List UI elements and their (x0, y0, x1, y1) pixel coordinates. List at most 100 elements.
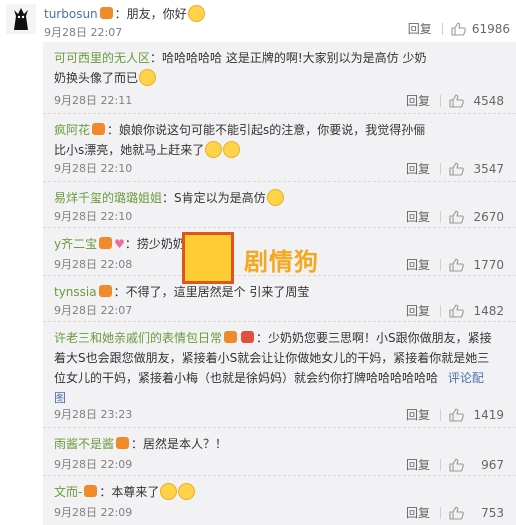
reply-button[interactable]: 回复 (406, 160, 430, 177)
reply-item: 可可西里的无人区：哈哈哈哈哈 这是正牌的啊!大家别以为是高仿 少奶奶换头像了而已… (43, 42, 516, 114)
thumbs-up-icon[interactable] (449, 458, 464, 472)
like-count: 61986 (471, 21, 510, 36)
avatar[interactable] (6, 4, 36, 34)
like-count: 1770 (473, 257, 504, 272)
divider (440, 94, 441, 107)
username[interactable]: 许老三和她亲戚们的表情包日常 (54, 331, 222, 345)
reply-text: 文而- ：本尊来了 (54, 482, 434, 502)
wink-emoji-icon (205, 141, 223, 158)
divider (441, 22, 443, 35)
thumbs-up-icon[interactable] (449, 408, 464, 422)
reply-button[interactable]: 回复 (406, 504, 430, 521)
divider (440, 304, 441, 317)
laugh-cry-emoji-icon (266, 189, 284, 206)
reply-text: 许老三和她亲戚们的表情包日常 ：少奶奶您要三思啊！小S跟你做朋友，紧接着大S也会跟… (54, 328, 494, 408)
reply-button[interactable]: 回复 (406, 302, 430, 319)
like-count: 753 (481, 505, 504, 520)
reply-body: ：捞少奶奶 (124, 237, 185, 251)
reply-actions: 回复 4548 (406, 92, 504, 109)
reply-text: 疯阿花 ：娘娘你说这句可能不能引起s的注意，你要说，我觉得孙俪比小s漂亮，她就马上… (54, 120, 434, 160)
dog-logo-icon (182, 232, 234, 284)
reply-body: ：S肯定以为是高仿 (162, 191, 266, 205)
watermark: 剧情狗 (182, 232, 342, 284)
comment-actions: 回复 61986 (408, 20, 510, 37)
cat-emoji-icon (160, 483, 178, 500)
thumbs-up-icon[interactable] (449, 94, 464, 108)
like-count: 4548 (473, 93, 504, 108)
like-count: 967 (481, 457, 504, 472)
reply-button[interactable]: 回复 (408, 20, 432, 37)
comment-body: ：朋友，你好 (114, 7, 187, 21)
username[interactable]: tynssia (54, 285, 97, 299)
thumbs-up-icon[interactable] (451, 22, 466, 36)
divider (440, 210, 441, 223)
divider (440, 162, 441, 175)
member-badge-icon (99, 237, 113, 249)
reply-button[interactable]: 回复 (406, 256, 430, 273)
cat-emoji-icon (139, 69, 157, 86)
reply-actions: 回复 3547 (406, 160, 504, 177)
timestamp: 9月28日 22:10 (54, 210, 133, 223)
smile-emoji-icon (187, 5, 205, 22)
like-count: 1419 (473, 407, 504, 422)
reply-button[interactable]: 回复 (406, 406, 430, 423)
timestamp: 9月28日 22:10 (54, 162, 133, 175)
timestamp: 9月28日 22:07 (44, 26, 123, 39)
reply-body: ：居然是本人？！ (131, 437, 228, 451)
top-comment: turbosun ：朋友，你好 9月28日 22:07 回复 61986 (0, 0, 516, 43)
thumbs-up-icon[interactable] (449, 304, 464, 318)
member-badge-icon (98, 285, 112, 297)
timestamp: 9月28日 22:07 (54, 304, 133, 317)
reply-button[interactable]: 回复 (406, 208, 430, 225)
reply-item: 疯阿花 ：娘娘你说这句可能不能引起s的注意，你要说，我觉得孙俪比小s漂亮，她就马上… (43, 114, 516, 182)
member-badge-icon (116, 437, 130, 449)
reply-actions: 回复 2670 (406, 208, 504, 225)
username[interactable]: 文而- (54, 485, 82, 499)
member-badge-icon (99, 7, 113, 19)
reply-item: 许老三和她亲戚们的表情包日常 ：少奶奶您要三思啊！小S跟你做朋友，紧接着大S也会跟… (43, 322, 516, 428)
member-badge-icon (92, 123, 106, 135)
timestamp: 9月28日 22:09 (54, 458, 133, 471)
reply-actions: 回复 1482 (406, 302, 504, 319)
username[interactable]: turbosun (44, 7, 98, 21)
username[interactable]: 疯阿花 (54, 123, 90, 137)
thumbs-up-icon[interactable] (449, 162, 464, 176)
divider (440, 258, 441, 271)
heart-icon: ♥ (114, 237, 125, 251)
reply-text: 可可西里的无人区：哈哈哈哈哈 这是正牌的啊!大家别以为是高仿 少奶奶换头像了而已 (54, 48, 434, 88)
like-count: 3547 (473, 161, 504, 176)
divider (440, 408, 441, 421)
thumbs-up-icon[interactable] (449, 258, 464, 272)
thumbs-up-icon[interactable] (449, 506, 464, 520)
member-badge-icon (84, 485, 98, 497)
timestamp: 9月28日 23:23 (54, 408, 133, 421)
reply-body: ：本尊来了 (99, 485, 160, 499)
reply-item: 雨酱不是酱 ：居然是本人？！ 9月28日 22:09 回复 967 (43, 428, 516, 476)
reply-body: ：不得了，這里居然是个 引来了周莹 (113, 285, 310, 299)
reply-actions: 回复 967 (406, 456, 504, 473)
cat-emoji-icon (178, 483, 196, 500)
reply-actions: 回复 1419 (406, 406, 504, 423)
divider (440, 458, 441, 471)
reply-actions: 回复 753 (406, 504, 504, 521)
cat-emoji-icon (223, 141, 241, 158)
vip-badge-icon (241, 331, 255, 343)
watermark-text: 剧情狗 (244, 248, 319, 276)
comment-text: turbosun ：朋友，你好 (44, 5, 374, 22)
like-count: 1482 (473, 303, 504, 318)
reply-button[interactable]: 回复 (406, 456, 430, 473)
username[interactable]: 可可西里的无人区 (54, 51, 150, 65)
reply-item: 文而- ：本尊来了 9月28日 22:09 回复 753 (43, 476, 516, 525)
username[interactable]: 易烊千玺的璐璐姐姐 (54, 191, 162, 205)
username[interactable]: y齐二宝 (54, 237, 97, 251)
reply-text: 易烊千玺的璐璐姐姐：S肯定以为是高仿 (54, 188, 434, 208)
reply-text: 雨酱不是酱 ：居然是本人？！ (54, 434, 434, 454)
timestamp: 9月28日 22:08 (54, 258, 133, 271)
username[interactable]: 雨酱不是酱 (54, 437, 114, 451)
reply-button[interactable]: 回复 (406, 92, 430, 109)
thumbs-up-icon[interactable] (449, 210, 464, 224)
timestamp: 9月28日 22:09 (54, 506, 133, 519)
reply-text: tynssia ：不得了，這里居然是个 引来了周莹 (54, 282, 434, 302)
like-count: 2670 (473, 209, 504, 224)
divider (440, 506, 441, 519)
